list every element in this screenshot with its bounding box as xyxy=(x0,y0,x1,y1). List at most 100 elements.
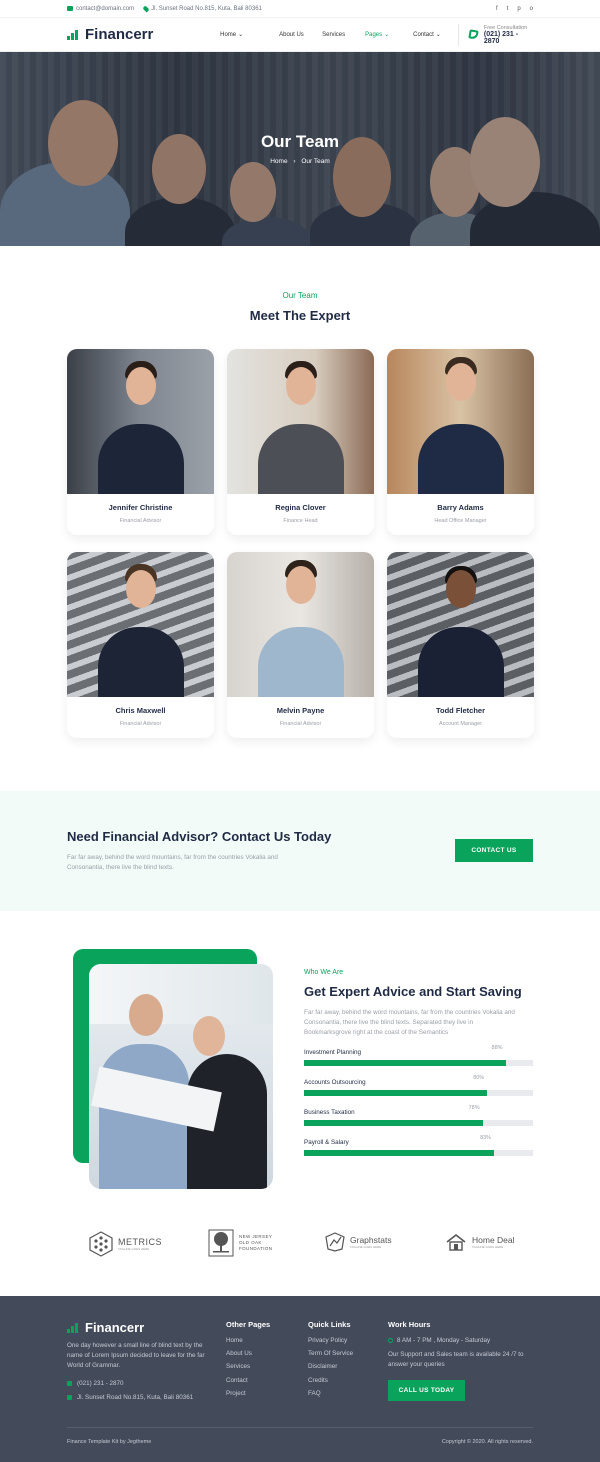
partner-name-line: FOUNDATION xyxy=(239,1246,273,1251)
nav-label: Services xyxy=(322,31,346,38)
skill-fill xyxy=(304,1090,488,1096)
partner-name: Graphstats xyxy=(350,1235,392,1245)
footer-address: Jl. Sunset Road No.815, Kuta, Bali 80361 xyxy=(67,1394,193,1401)
email-text[interactable]: contact@domain.com xyxy=(76,6,134,12)
member-name: Jennifer Christine xyxy=(108,503,173,512)
footer-link[interactable]: Project xyxy=(226,1390,270,1397)
breadcrumb-separator: › xyxy=(293,158,296,165)
skill-percent: 88% xyxy=(491,1045,503,1051)
member-name: Todd Fletcher xyxy=(435,706,486,715)
twitter-icon[interactable]: t xyxy=(507,6,509,12)
brand-logo[interactable]: Financerr xyxy=(67,26,220,43)
location-pin-icon xyxy=(142,4,150,13)
homedeal-logo[interactable]: Home Deal TAGLINE GOES HERE xyxy=(445,1233,515,1251)
graph-shield-icon xyxy=(325,1232,345,1252)
house-icon xyxy=(446,1233,466,1251)
member-role: Financial Advisor xyxy=(119,518,162,524)
nj-oak-logo[interactable]: NEW JERSEY OLD OAK FOUNDATION xyxy=(208,1229,272,1257)
partner-name: Home Deal xyxy=(472,1235,515,1245)
member-name: Melvin Payne xyxy=(276,706,325,715)
partner-tagline: TAGLINE GOES HERE xyxy=(472,1245,504,1249)
clock-icon xyxy=(388,1338,393,1343)
page-title: Our Team xyxy=(260,132,340,151)
team-section-tag: Our Team xyxy=(282,291,318,300)
nav-label: About Us xyxy=(279,31,304,38)
footer-link[interactable]: Home xyxy=(226,1337,270,1344)
footer-col-title: Other Pages xyxy=(226,1320,271,1329)
top-bar: contact@domain.com Jl. Sunset Road No.81… xyxy=(0,0,600,18)
contact-us-button[interactable]: CONTACT US xyxy=(455,839,533,862)
nav-label: Contact xyxy=(413,31,434,38)
footer-col-quick-links: Quick Links Privacy Policy Term Of Servi… xyxy=(308,1320,353,1403)
footer-link[interactable]: About Us xyxy=(226,1350,270,1357)
skill-bar: Accounts Outsourcing 80% xyxy=(304,1075,533,1096)
phone-number: (021) 231 - 2870 xyxy=(483,30,519,45)
brand-name: Financerr xyxy=(85,26,154,43)
phone-consultation[interactable]: Free Consultation (021) 231 - 2870 xyxy=(458,23,533,46)
team-card[interactable]: Regina Clover Finance Head xyxy=(227,349,374,535)
skill-track xyxy=(304,1060,533,1066)
team-card[interactable]: Barry Adams Head Office Manager xyxy=(387,349,534,535)
pinterest-icon[interactable]: p xyxy=(517,6,520,12)
nav-item-about[interactable]: About Us xyxy=(279,31,322,38)
instagram-icon[interactable]: o xyxy=(530,6,533,12)
skill-label: Accounts Outsourcing xyxy=(304,1079,366,1086)
team-member-photo xyxy=(67,349,214,494)
skill-track xyxy=(304,1150,533,1156)
skill-bars: Investment Planning 88% Accounts Outsourci… xyxy=(304,1045,533,1156)
page-hero: Our Team Home › Our Team xyxy=(0,52,600,246)
skill-percent: 83% xyxy=(480,1135,492,1141)
metrics-logo[interactable]: METRICS TAGLINE GOES HERE xyxy=(89,1231,162,1257)
member-name: Regina Clover xyxy=(275,503,326,512)
footer-about: One day however a small line of blind te… xyxy=(67,1342,205,1369)
footer-link[interactable]: Contact xyxy=(226,1377,270,1384)
team-member-photo xyxy=(387,552,534,697)
nav-item-home[interactable]: Home ⌄ xyxy=(220,31,279,39)
member-role: Head Office Manager xyxy=(434,518,487,524)
team-section-title: Meet The Expert xyxy=(249,308,351,323)
about-text: Far far away, behind the word mountains,… xyxy=(304,1009,515,1036)
address-item: Jl. Sunset Road No.815, Kuta, Bali 80361 xyxy=(142,4,262,13)
facebook-icon[interactable]: f xyxy=(496,6,498,12)
footer-brand-logo[interactable]: Financerr xyxy=(67,1320,144,1335)
mail-icon xyxy=(67,6,73,11)
chart-logo-icon xyxy=(67,29,81,40)
team-card[interactable]: Jennifer Christine Financial Advisor xyxy=(67,349,214,535)
footer-link[interactable]: FAQ xyxy=(308,1390,353,1397)
skill-fill xyxy=(304,1120,483,1126)
phone-icon xyxy=(67,1381,72,1386)
cta-text: Far far away, behind the word mountains,… xyxy=(67,854,278,871)
main-navbar: Financerr Home ⌄ About Us Services Pages ⌄… xyxy=(0,18,600,52)
work-hours: 8 AM - 7 PM , Monday - Saturday xyxy=(388,1337,533,1344)
graphstats-logo[interactable]: Graphstats TAGLINE GOES HERE xyxy=(325,1232,392,1252)
call-us-button[interactable]: CALL US TODAY xyxy=(388,1380,465,1402)
chevron-down-icon: ⌄ xyxy=(384,32,390,38)
nav-item-services[interactable]: Services xyxy=(322,31,365,38)
team-card[interactable]: Chris Maxwell Financial Advisor xyxy=(67,552,214,738)
email-item[interactable]: contact@domain.com xyxy=(67,6,134,12)
location-pin-icon xyxy=(67,1395,72,1400)
breadcrumb-home[interactable]: Home xyxy=(270,158,287,165)
oak-tree-icon xyxy=(208,1229,234,1257)
footer-phone[interactable]: (021) 231 - 2870 xyxy=(67,1380,124,1387)
footer-copyright: Copyright © 2020. All rights reserved. xyxy=(441,1439,533,1445)
skill-track xyxy=(304,1090,533,1096)
member-role: Financial Advisor xyxy=(279,721,322,727)
skill-percent: 78% xyxy=(468,1105,480,1111)
footer-link[interactable]: Services xyxy=(226,1363,270,1370)
member-name: Chris Maxwell xyxy=(115,706,166,715)
member-role: Account Manager xyxy=(438,721,483,727)
chart-logo-icon xyxy=(67,1322,81,1333)
nav-item-pages[interactable]: Pages ⌄ xyxy=(365,31,413,39)
team-card[interactable]: Melvin Payne Financial Advisor xyxy=(227,552,374,738)
skill-fill xyxy=(304,1060,506,1066)
phone-icon xyxy=(468,29,479,40)
footer-link[interactable]: Privacy Policy xyxy=(308,1337,353,1344)
footer-link[interactable]: Term Of Service xyxy=(308,1350,353,1357)
nav-item-contact[interactable]: Contact ⌄ xyxy=(413,31,458,39)
team-card[interactable]: Todd Fletcher Account Manager xyxy=(387,552,534,738)
contact-cta-banner: Need Financial Advisor? Contact Us Today… xyxy=(0,791,600,911)
footer-link[interactable]: Disclaimer xyxy=(308,1363,353,1370)
footer-link[interactable]: Credits xyxy=(308,1377,353,1384)
skill-label: Business Taxation xyxy=(304,1109,355,1116)
